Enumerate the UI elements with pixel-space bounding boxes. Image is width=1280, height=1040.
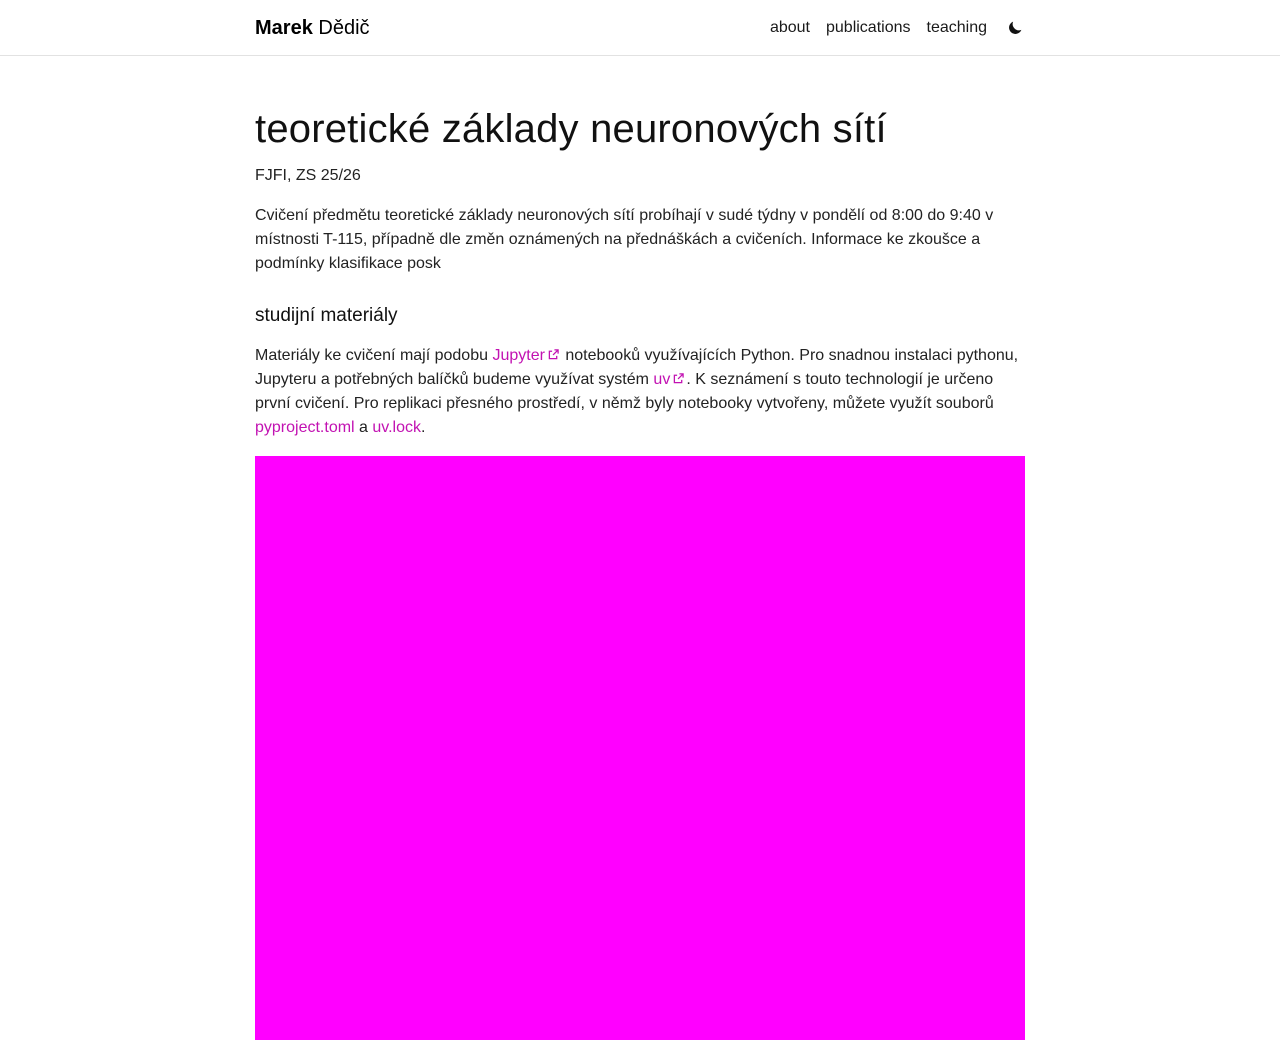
brand-last-name: Dědič: [318, 16, 370, 39]
nav-link-about[interactable]: about: [770, 19, 810, 37]
materials-paragraph: Materiály ke cvičení mají podobu Jupyter…: [255, 344, 1025, 440]
embedded-content-placeholder: [255, 456, 1025, 1040]
navbar: Marek Dědič about publications teaching: [0, 0, 1280, 56]
nav-links: about publications teaching: [770, 18, 1025, 38]
brand-first-name: Marek: [255, 16, 313, 39]
page-title: teoretické základy neuronových sítí: [255, 107, 887, 151]
materials-text-1: Materiály ke cvičení mají podobu: [255, 347, 493, 364]
section-heading-materials: studijní materiály: [255, 305, 398, 326]
nav-link-teaching[interactable]: teaching: [927, 19, 988, 37]
intro-paragraph: Cvičení předmětu teoretické základy neur…: [255, 207, 994, 272]
materials-text-4: a: [354, 419, 373, 436]
nav-link-publications[interactable]: publications: [826, 19, 911, 37]
uv-link-label: uv: [653, 371, 671, 388]
site-brand-link[interactable]: Marek Dědič: [255, 17, 370, 40]
moon-icon: [1009, 21, 1022, 34]
navbar-inner: Marek Dědič about publications teaching: [255, 0, 1025, 56]
external-link-icon: [548, 349, 559, 360]
uv-lock-link[interactable]: uv.lock: [372, 419, 421, 436]
theme-toggle-button[interactable]: [1005, 18, 1025, 38]
uv-link[interactable]: uv: [653, 371, 686, 388]
external-link-icon: [674, 373, 685, 384]
main-content: teoretické základy neuronových sítí FJFI…: [255, 56, 1025, 1040]
pyproject-toml-link[interactable]: pyproject.toml: [255, 419, 355, 436]
page-subtitle: FJFI, ZS 25/26: [255, 167, 361, 184]
materials-text-5: .: [421, 419, 426, 436]
jupyter-link-label: Jupyter: [492, 347, 545, 364]
jupyter-link[interactable]: Jupyter: [492, 347, 560, 364]
